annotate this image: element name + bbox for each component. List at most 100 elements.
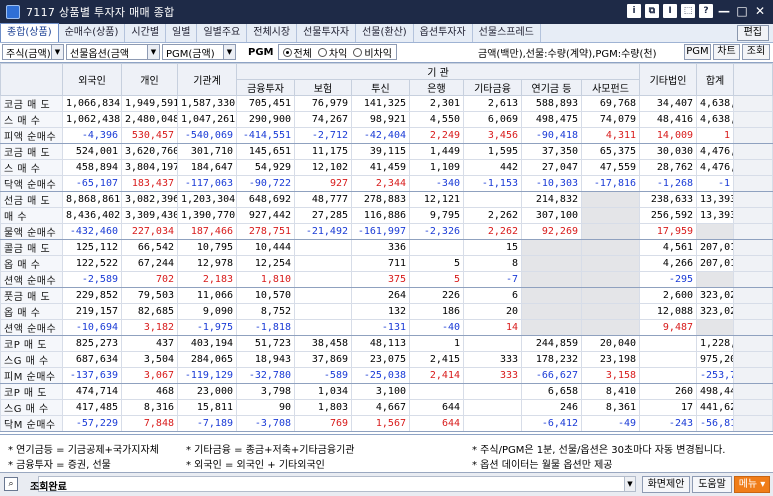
table-row[interactable]: 션액 순매수 -10,694 3,182 -1,975 -1,818 -131 -40 14 9… bbox=[0, 319, 773, 336]
pin-icon[interactable]: I bbox=[663, 4, 677, 18]
table-cell: 122,522 bbox=[62, 255, 122, 272]
status-message-field[interactable]: ▼ bbox=[38, 476, 636, 492]
chart-button[interactable]: 차트 bbox=[713, 44, 740, 60]
table-cell bbox=[580, 239, 641, 256]
column-header[interactable]: 합계 bbox=[696, 63, 735, 96]
pgm-radio-option[interactable]: 차익 bbox=[317, 45, 347, 60]
table-cell: 28,762 bbox=[639, 159, 698, 176]
pgm-button[interactable]: PGM bbox=[684, 44, 711, 60]
table-cell bbox=[463, 415, 522, 432]
table-row[interactable]: 코금 매 도 524,001 3,620,760 301,710 145,651 11,1… bbox=[0, 143, 773, 160]
table-row[interactable]: 코P 매 도 474,714 468 23,000 3,798 1,034 3,100 6,6… bbox=[0, 383, 773, 400]
menu-button[interactable]: 메뉴 ▾ bbox=[734, 476, 770, 493]
table-cell: 588,893 bbox=[521, 95, 582, 112]
screen-suggest-button[interactable]: 화면제안 bbox=[642, 476, 690, 493]
table-cell: 132 bbox=[351, 303, 410, 320]
table-row[interactable]: 스 매 수 1,062,438 2,480,048 1,047,261 290,900 7… bbox=[0, 111, 773, 128]
row-label: 옵 매 수 bbox=[0, 303, 63, 320]
table-row[interactable]: 션액 순매수 -2,589 702 2,183 1,810 375 5 -7 -295 bbox=[0, 271, 773, 288]
row-label-header bbox=[0, 63, 63, 96]
help-button[interactable]: 도움말 bbox=[692, 476, 732, 493]
query-button[interactable]: 조회 bbox=[742, 44, 770, 60]
column-header[interactable]: 기타금융 bbox=[463, 79, 522, 96]
row-spacer bbox=[733, 335, 773, 352]
table-cell: 4,638,162 bbox=[696, 95, 735, 112]
edit-button[interactable]: 편집 bbox=[736, 25, 769, 41]
row-spacer bbox=[733, 399, 773, 416]
table-cell: 1,062,438 bbox=[62, 111, 122, 128]
help-icon[interactable]: ? bbox=[699, 4, 713, 18]
column-header[interactable]: 투신 bbox=[351, 79, 410, 96]
table-row[interactable]: 피액 순매수 -4,396 530,457 -540,069 -414,551 -2,71… bbox=[0, 127, 773, 144]
search-icon[interactable]: ⌕ bbox=[4, 477, 18, 491]
table-row[interactable]: 스G 매 수 417,485 8,316 15,811 90 1,803 4,667 644 2… bbox=[0, 399, 773, 416]
tab-4[interactable]: 일별주요 bbox=[197, 24, 248, 42]
print-icon[interactable]: ⬚ bbox=[681, 4, 695, 18]
tab-0[interactable]: 종합(상품) bbox=[0, 23, 59, 42]
link-icon[interactable]: ⧉ bbox=[645, 4, 659, 18]
table-row[interactable]: 선금 매 도 8,868,861 3,082,396 1,203,304 648,692… bbox=[0, 191, 773, 208]
table-cell: 41,459 bbox=[351, 159, 410, 176]
column-header[interactable]: 사모펀드 bbox=[580, 79, 641, 96]
header-spacer bbox=[733, 63, 773, 96]
pgm-select[interactable]: PGM(금액) ▼ bbox=[162, 44, 236, 60]
tab-5[interactable]: 전체시장 bbox=[247, 24, 298, 42]
tab-8[interactable]: 옵션투자자 bbox=[414, 24, 473, 42]
table-row[interactable]: 스 매 수 458,894 3,804,197 184,647 54,929 12,102… bbox=[0, 159, 773, 176]
tab-9[interactable]: 선물스프레드 bbox=[473, 24, 541, 42]
table-row[interactable]: 매 수 8,436,402 3,309,430 1,390,770 927,442 27,… bbox=[0, 207, 773, 224]
table-cell: 278,883 bbox=[351, 191, 410, 208]
table-cell: 8,316 bbox=[121, 399, 178, 416]
close-icon[interactable]: ✕ bbox=[753, 4, 767, 18]
table-row[interactable]: 스G 매 수 687,634 3,504 284,065 18,943 37,869 23,… bbox=[0, 351, 773, 368]
table-cell: 927 bbox=[294, 175, 352, 192]
table-cell: -3,708 bbox=[236, 415, 295, 432]
minimize-icon[interactable]: — bbox=[717, 4, 731, 18]
tab-7[interactable]: 선물(환산) bbox=[356, 24, 414, 42]
column-header[interactable]: 연기금 등 bbox=[521, 79, 582, 96]
maximize-icon[interactable]: □ bbox=[735, 4, 749, 18]
table-row[interactable]: 닥M 순매수 -57,229 7,848 -7,189 -3,708 769 1,567 64… bbox=[0, 415, 773, 432]
table-row[interactable]: 코P 매 도 825,273 437 403,194 51,723 38,458 48,11… bbox=[0, 335, 773, 352]
column-header[interactable]: 외국인 bbox=[62, 63, 122, 96]
column-header[interactable]: 금융투자 bbox=[236, 79, 295, 96]
table-row[interactable]: 옵 매 수 219,157 82,685 9,090 8,752 132 186 20 12,0… bbox=[0, 303, 773, 320]
table-row[interactable]: 풋금 매 도 229,852 79,503 11,066 10,570 264 226 6 2,… bbox=[0, 287, 773, 304]
pgm-radio-option[interactable]: 전체 bbox=[282, 45, 312, 60]
table-cell: 2,301 bbox=[409, 95, 464, 112]
table-row[interactable]: 닥액 순매수 -65,107 183,437 -117,063 -90,722 927 2,… bbox=[0, 175, 773, 192]
table-cell bbox=[580, 319, 641, 336]
table-cell: 3,158 bbox=[580, 367, 641, 384]
table-row[interactable]: 물액 순매수 -432,460 227,034 187,466 278,751 -21,4… bbox=[0, 223, 773, 240]
table-cell: 375 bbox=[351, 271, 410, 288]
column-header[interactable]: 기타법인 bbox=[639, 63, 698, 96]
table-row[interactable]: 피M 순매수 -137,639 3,067 -119,129 -32,780 -589 -2… bbox=[0, 367, 773, 384]
table-cell: 1,047,261 bbox=[177, 111, 237, 128]
market-select[interactable]: 주식(금액) ▼ bbox=[2, 44, 64, 60]
tab-6[interactable]: 선물투자자 bbox=[297, 24, 357, 42]
window-info-icon[interactable]: i bbox=[627, 4, 641, 18]
row-spacer bbox=[733, 255, 773, 272]
investor-grid[interactable]: 외국인 개인 기관계 기 관 기타법인 합계 금융투자 보험 투신 은행 기타금융 연기금… bbox=[0, 62, 773, 435]
column-header[interactable]: 은행 bbox=[409, 79, 464, 96]
table-cell: -295 bbox=[639, 271, 698, 288]
table-row[interactable]: 옵 매 수 122,522 67,244 12,978 12,254 711 5 8 4,266… bbox=[0, 255, 773, 272]
tab-1[interactable]: 순매수(상품) bbox=[59, 24, 126, 42]
tab-2[interactable]: 시간별 bbox=[125, 24, 167, 42]
table-cell: -57,229 bbox=[62, 415, 122, 432]
row-label: 코금 매 도 bbox=[0, 95, 63, 112]
pgm-radio-option[interactable]: 비차익 bbox=[353, 45, 392, 60]
table-cell: 12,978 bbox=[177, 255, 237, 272]
table-cell: 687,634 bbox=[62, 351, 122, 368]
table-row[interactable]: 콜금 매 도 125,112 66,542 10,795 10,444 336 15 4,56… bbox=[0, 239, 773, 256]
table-row[interactable]: 코금 매 도 1,066,834 1,949,591 1,587,330 705,451… bbox=[0, 95, 773, 112]
column-header[interactable]: 개인 bbox=[121, 63, 178, 96]
column-header[interactable]: 보험 bbox=[294, 79, 352, 96]
row-spacer bbox=[733, 415, 773, 432]
table-cell: -66,627 bbox=[521, 367, 582, 384]
column-header[interactable]: 기관계 bbox=[177, 63, 237, 96]
table-cell: 1,803 bbox=[294, 399, 352, 416]
table-header-group-row: 외국인 개인 기관계 기 관 기타법인 합계 bbox=[0, 63, 773, 96]
tab-3[interactable]: 일별 bbox=[166, 24, 198, 42]
futures-options-select[interactable]: 선물옵션(금액 ▼ bbox=[66, 44, 160, 60]
